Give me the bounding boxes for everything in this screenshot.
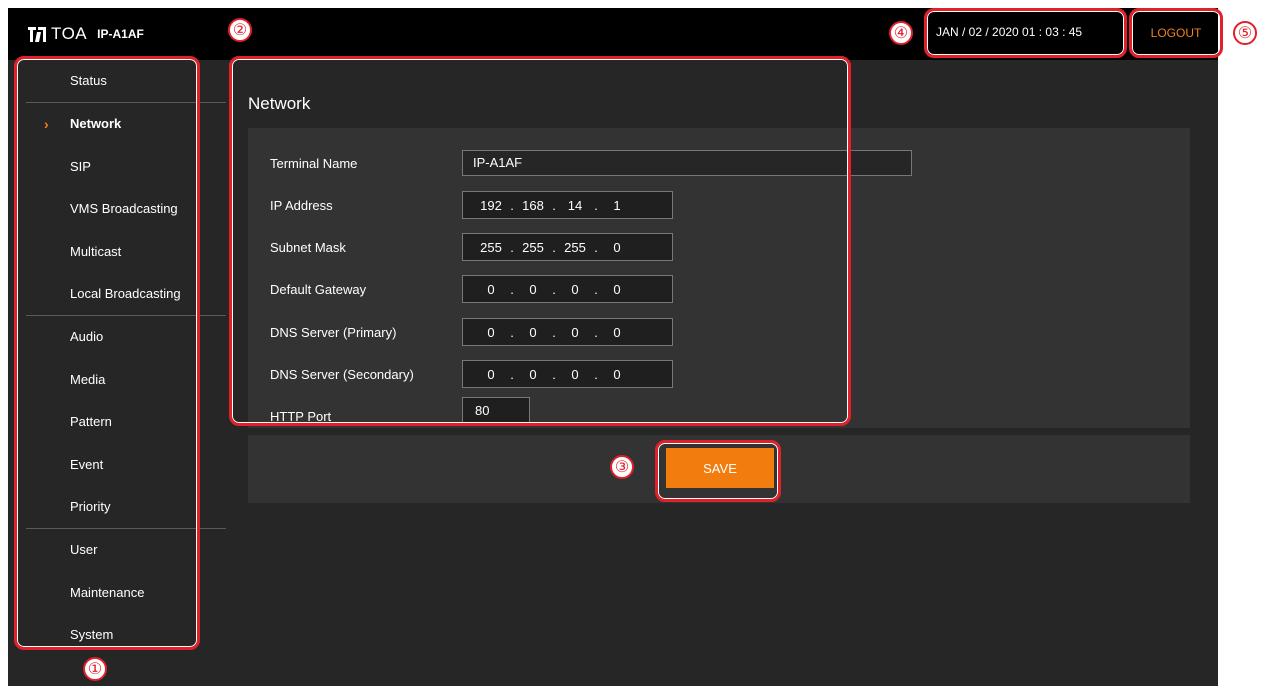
callout-box-save <box>655 440 781 502</box>
callout-number: ③ <box>610 455 634 479</box>
toa-logo-icon <box>28 26 46 42</box>
callout-number: ⑤ <box>1233 21 1257 45</box>
callout-box-settings <box>229 56 851 426</box>
toa-logo: TOA IP-A1AF <box>28 23 144 45</box>
callout-number: ④ <box>889 21 913 45</box>
callout-number: ① <box>83 657 107 681</box>
brand-name: TOA <box>51 24 88 43</box>
callout-box-datetime <box>924 8 1127 58</box>
callout-box-logout <box>1129 8 1223 58</box>
callout-box-sidebar <box>14 56 200 650</box>
device-model: IP-A1AF <box>97 27 144 41</box>
callout-number: ② <box>228 18 252 42</box>
